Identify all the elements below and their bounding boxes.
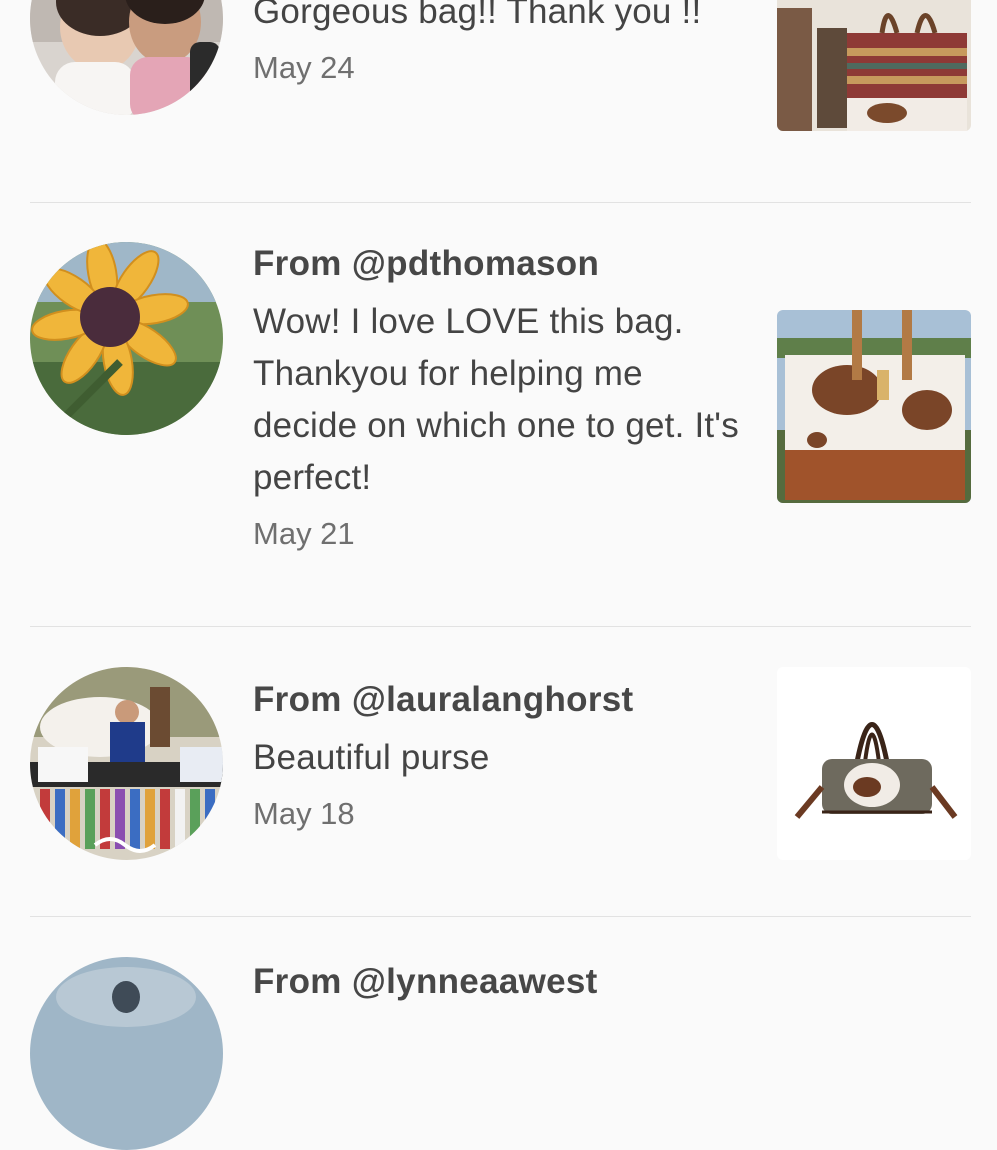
reviewer-handle[interactable]: From @lauralanghorst [253,680,753,720]
review-date: May 24 [253,50,355,85]
product-photo-fringe-satchel-icon [777,667,971,860]
avatar-photo-horse-ribbons-icon [30,667,223,860]
divider [30,916,971,917]
product-thumbnail[interactable] [777,667,971,860]
review-message: Gorgeous bag!! Thank you !! [253,0,702,31]
review-date: May 18 [253,796,355,831]
review-message: Beautiful purse [253,738,490,777]
reviewer-handle[interactable]: From @lynneaawest [253,962,753,1002]
product-thumbnail[interactable] [777,310,971,503]
product-photo-cowhide-tote-icon [777,310,971,503]
product-thumbnail[interactable] [777,0,971,131]
review-message: Wow! I love LOVE this bag. Thankyou for … [253,302,739,497]
divider [30,202,971,203]
product-photo-striped-cowhide-tote-icon [777,0,971,131]
review-date: May 21 [253,516,355,551]
reviewer-avatar[interactable] [30,0,223,115]
avatar-photo-two-girls-icon [30,0,223,115]
avatar-photo-blue-painting-icon [30,957,223,1150]
reviewer-avatar[interactable] [30,667,223,860]
avatar-photo-sunflower-icon [30,242,223,435]
reviewer-avatar[interactable] [30,957,223,1150]
reviewer-avatar[interactable] [30,242,223,435]
divider [30,626,971,627]
reviewer-handle[interactable]: From @pdthomason [253,244,753,284]
